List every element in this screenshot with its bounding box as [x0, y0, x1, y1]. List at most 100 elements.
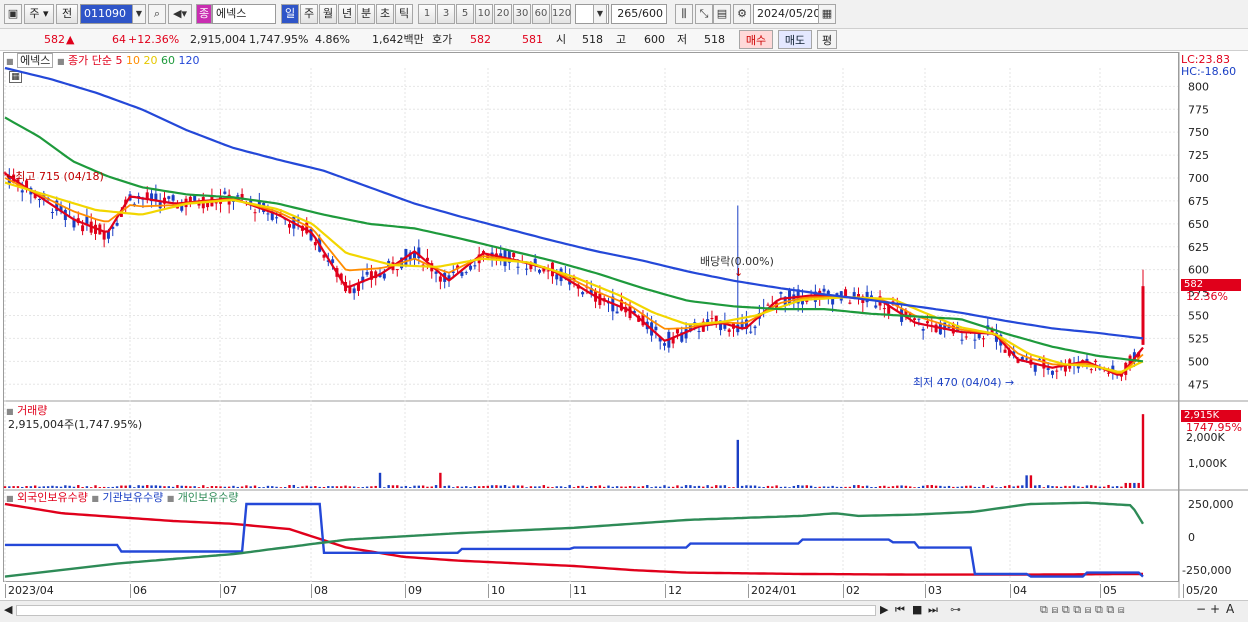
volume-bar [55, 486, 58, 488]
candle-body [512, 252, 516, 258]
price-tick-label: 525 [1188, 332, 1209, 345]
volume-tick-2000k: 2,000K [1186, 431, 1225, 444]
candle-body [81, 225, 85, 232]
x-axis-label: 09 [405, 584, 422, 598]
volume-bar [680, 486, 683, 488]
candle-body [438, 276, 442, 282]
candle-body [857, 293, 860, 297]
zoom-in-icon[interactable]: + [1210, 602, 1220, 616]
volume-bar [486, 485, 489, 488]
volume-bar [512, 485, 515, 488]
volume-bar [982, 485, 985, 488]
zoom-slider-icon[interactable]: ⊶ [950, 603, 961, 616]
bottom-scrollbar[interactable]: ◀ ▶ ⏮ ■ ⏭ ⊶ ⧉ ⧈ ⧉ ⧉ ⧈ ⧉ ⧉ ⧈ − + A [0, 600, 1248, 622]
volume-bar [154, 485, 158, 488]
volume-bar [559, 486, 563, 488]
candle-body [154, 193, 158, 200]
volume-bar [564, 487, 567, 488]
volume-bar [990, 485, 994, 488]
volume-bar [1021, 485, 1024, 488]
volume-bar [1128, 482, 1132, 488]
candle-body [913, 318, 917, 321]
legend-dot-icon: ■ [166, 494, 175, 503]
price-tick-label: 700 [1188, 172, 1209, 185]
moving-averages [4, 66, 1144, 376]
candle-body [395, 269, 399, 271]
low-annotation: 최저 470 (04/04) → [913, 374, 1014, 390]
layout-icons[interactable]: ⧉ ⧈ ⧉ ⧉ ⧈ ⧉ ⧉ ⧈ [1040, 603, 1125, 617]
volume-tick-1000k: 1,000K [1188, 457, 1227, 470]
volume-bar [327, 486, 330, 488]
volume-bar [189, 486, 192, 488]
volume-bar [64, 485, 67, 488]
volume-bar [1085, 485, 1089, 488]
volume-bar [771, 486, 774, 488]
volume-bar [999, 487, 1002, 488]
volume-bar [835, 486, 839, 488]
x-axis-label: 12 [665, 584, 682, 598]
zoom-out-icon[interactable]: − [1196, 602, 1206, 616]
candle-body [20, 190, 24, 193]
volume-bar [340, 486, 343, 488]
candle-body [460, 272, 464, 276]
volume-bar [111, 486, 114, 488]
rewind-icon[interactable]: ⏮ [895, 603, 905, 617]
volume-bar [684, 485, 688, 488]
volume-bar [72, 486, 76, 488]
holdings-legend: ■ 외국인보유수량 ■ 기관보유수량 ■ 개인보유수량 [6, 491, 239, 506]
volume-bar [628, 486, 632, 488]
volume-bar [801, 485, 804, 488]
stop-icon[interactable]: ■ [912, 603, 922, 616]
volume-bar [460, 486, 464, 488]
volume-bar [1120, 486, 1123, 488]
candle-body [115, 222, 119, 226]
x-axis-label: 04 [1010, 584, 1027, 598]
volume-bar [659, 486, 662, 488]
scroll-left-icon[interactable]: ◀ [4, 603, 12, 616]
x-axis-label: 11 [570, 584, 587, 598]
volume-bar [29, 486, 33, 488]
volume-bar [236, 486, 239, 488]
legend-dot-icon: ■ [91, 494, 99, 503]
volume-bar [710, 486, 714, 488]
volume-bar [42, 486, 45, 488]
volume-bars [3, 414, 1145, 488]
volume-bar [878, 486, 882, 488]
volume-bar [128, 485, 132, 488]
candle-body [473, 265, 477, 267]
volume-bar [137, 485, 140, 488]
volume-bar [387, 485, 390, 488]
volume-bar [831, 485, 834, 488]
scroll-track[interactable] [16, 605, 876, 616]
text-size-icon[interactable]: A [1226, 602, 1234, 616]
fast-forward-icon[interactable]: ⏭ [928, 603, 938, 617]
volume-bar [439, 472, 442, 488]
volume-bar [818, 486, 821, 488]
high-annotation-text: 최고 715 (04/18) [15, 170, 104, 183]
volume-bar [693, 486, 696, 488]
candle-body [167, 196, 171, 199]
candle-body [960, 339, 964, 341]
low-annotation-text: 최저 470 (04/04) [913, 376, 1002, 389]
volume-bar [809, 485, 813, 488]
ma60-line [4, 116, 1144, 363]
play-forward-icon[interactable]: ▶ [880, 603, 888, 616]
volume-bar [408, 487, 412, 488]
volume-bar [822, 486, 826, 488]
volume-bar [1046, 485, 1050, 488]
candle-body [917, 318, 921, 320]
volume-bar [516, 485, 520, 488]
volume-bar [59, 486, 63, 488]
volume-bar [852, 485, 856, 488]
volume-bar [1055, 486, 1058, 488]
volume-bar [443, 485, 446, 488]
price-tick-label: 800 [1188, 80, 1209, 93]
volume-bar [887, 486, 890, 488]
volume-bar [184, 485, 188, 488]
volume-bar [245, 485, 248, 488]
volume-bar [452, 487, 455, 488]
volume-bar [292, 484, 296, 488]
volume-bar [784, 486, 787, 488]
volume-bar [499, 485, 502, 488]
volume-bar [857, 485, 860, 488]
